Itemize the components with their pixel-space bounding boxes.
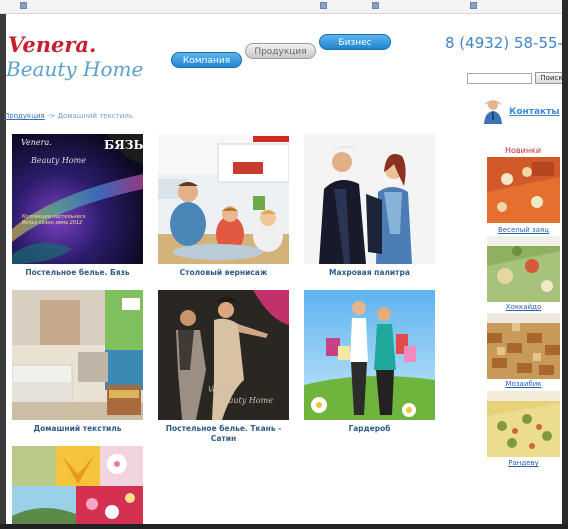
phone-number: 8 (4932) 58-55-77 xyxy=(445,34,568,52)
bookmark-item-3[interactable] xyxy=(372,2,381,9)
bookmark-icon xyxy=(470,2,477,9)
sidebar-item-image-3[interactable] xyxy=(487,313,560,379)
thumb-logo-mid: Beauty Home xyxy=(218,396,273,405)
bookmark-icon xyxy=(372,2,379,9)
thumb-note: Коллекция постельного белья сезон зима 2… xyxy=(22,214,86,226)
bookmark-item-2[interactable] xyxy=(320,2,329,9)
nav-company-button[interactable]: Компания xyxy=(171,52,242,68)
product-caption-byaz[interactable]: Постельное белье. Бязь xyxy=(12,268,143,278)
product-caption-table[interactable]: Столовый вернисаж xyxy=(158,268,289,278)
sidebar-item-image-1[interactable] xyxy=(487,157,560,223)
page: Venera. Beauty Home Компания Продукция Б… xyxy=(0,0,568,529)
product-caption-satin[interactable]: Постельное белье. Ткань - Сатин xyxy=(158,424,289,444)
breadcrumb-root-link[interactable]: Продукция xyxy=(4,112,45,120)
bookmark-item-4[interactable] xyxy=(470,2,479,9)
product-image-byaz[interactable]: Venera. Beauty Home БЯЗЬ Коллекция посте… xyxy=(12,134,143,264)
breadcrumb-current: Домашний текстиль xyxy=(57,112,133,120)
product-image-home[interactable] xyxy=(12,290,143,420)
window-frame-left xyxy=(0,14,6,529)
thumb-logo-top: Venera. xyxy=(208,386,235,394)
contacts-label: Контакты xyxy=(509,107,560,117)
search-input[interactable] xyxy=(467,73,532,84)
sidebar-item-link-4[interactable]: Рандеву xyxy=(487,459,560,467)
person-icon xyxy=(484,100,502,124)
nav-products-button[interactable]: Продукция xyxy=(245,43,316,59)
window-frame-right xyxy=(562,0,568,529)
nav-business-button[interactable]: Бизнес xyxy=(319,34,391,50)
sidebar-item-image-4[interactable] xyxy=(487,391,560,457)
sidebar-item-link-1[interactable]: Веселый заяц xyxy=(487,226,560,234)
product-caption-home[interactable]: Домашний текстиль xyxy=(12,424,143,434)
product-image-table[interactable] xyxy=(158,134,289,264)
logo-venera[interactable]: Venera. xyxy=(8,32,96,57)
thumb-logo-mid: Beauty Home xyxy=(31,156,86,165)
product-caption-wardrobe[interactable]: Гардероб xyxy=(304,424,435,434)
sidebar-item-image-2[interactable] xyxy=(487,236,560,302)
breadcrumb: Продукция -> Домашний текстиль xyxy=(4,112,133,120)
logo-beauty-home[interactable]: Beauty Home xyxy=(6,57,143,81)
sidebar-item-link-3[interactable]: Мозаибик xyxy=(487,380,560,388)
window-frame-bottom xyxy=(0,524,568,529)
product-image-terry[interactable] xyxy=(304,134,435,264)
product-image-wardrobe[interactable] xyxy=(304,290,435,420)
thumb-logo-top: Venera. xyxy=(21,138,52,147)
sidebar-item-link-2[interactable]: Хоккайдо xyxy=(487,303,560,311)
product-image-seventh[interactable] xyxy=(12,446,143,526)
breadcrumb-separator: -> xyxy=(44,112,58,120)
sidebar-title: Новинки xyxy=(505,146,542,155)
bookmark-icon xyxy=(20,2,27,9)
thumb-badge: БЯЗЬ xyxy=(104,138,143,152)
bookmarks-bar xyxy=(0,0,568,14)
product-caption-terry[interactable]: Махровая палитра xyxy=(304,268,435,278)
product-image-satin[interactable]: Venera. Beauty Home xyxy=(158,290,289,420)
bookmark-icon xyxy=(320,2,327,9)
bookmark-item-1[interactable] xyxy=(20,2,29,9)
